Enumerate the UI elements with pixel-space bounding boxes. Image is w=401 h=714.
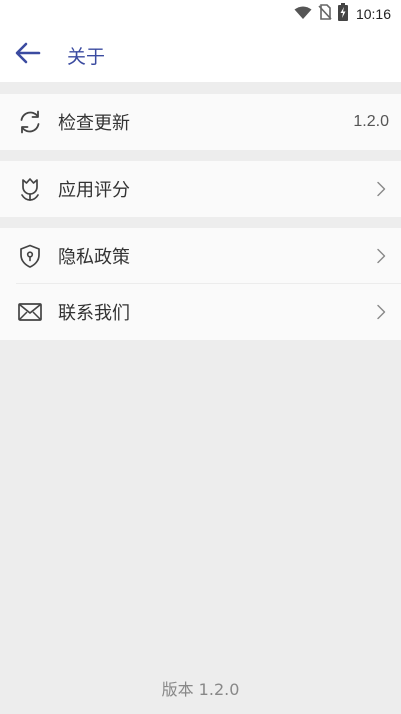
chevron-right-icon	[369, 177, 393, 201]
shield-icon	[16, 242, 44, 270]
privacy-policy-row[interactable]: 隐私政策	[0, 228, 401, 284]
page-title: 关于	[67, 45, 106, 68]
mail-icon	[16, 298, 44, 326]
tulip-icon	[16, 175, 44, 203]
wifi-icon	[294, 5, 312, 24]
check-update-row[interactable]: 检查更新 1.2.0	[0, 94, 401, 150]
privacy-policy-label: 隐私政策	[58, 247, 130, 268]
rate-app-row[interactable]: 应用评分	[0, 161, 401, 217]
check-update-label: 检查更新	[58, 113, 130, 134]
rate-app-label: 应用评分	[58, 180, 130, 201]
battery-charging-icon	[337, 3, 348, 25]
refresh-icon	[16, 108, 44, 136]
chevron-right-icon	[369, 244, 393, 268]
contact-us-label: 联系我们	[58, 303, 130, 324]
settings-group-update: 检查更新 1.2.0	[0, 94, 401, 150]
current-version-value: 1.2.0	[353, 113, 389, 130]
contact-us-row[interactable]: 联系我们	[0, 284, 401, 340]
status-bar: 10:16	[0, 0, 401, 28]
back-button[interactable]	[0, 28, 56, 82]
app-bar: 关于	[0, 28, 401, 82]
footer-version-text: 版本 1.2.0	[161, 680, 240, 699]
no-sim-icon	[318, 4, 332, 24]
arrow-left-icon	[15, 42, 41, 68]
status-time: 10:16	[355, 6, 391, 22]
settings-group-info: 隐私政策 联系我们	[0, 228, 401, 340]
chevron-right-icon	[369, 300, 393, 324]
settings-group-rate: 应用评分	[0, 161, 401, 217]
